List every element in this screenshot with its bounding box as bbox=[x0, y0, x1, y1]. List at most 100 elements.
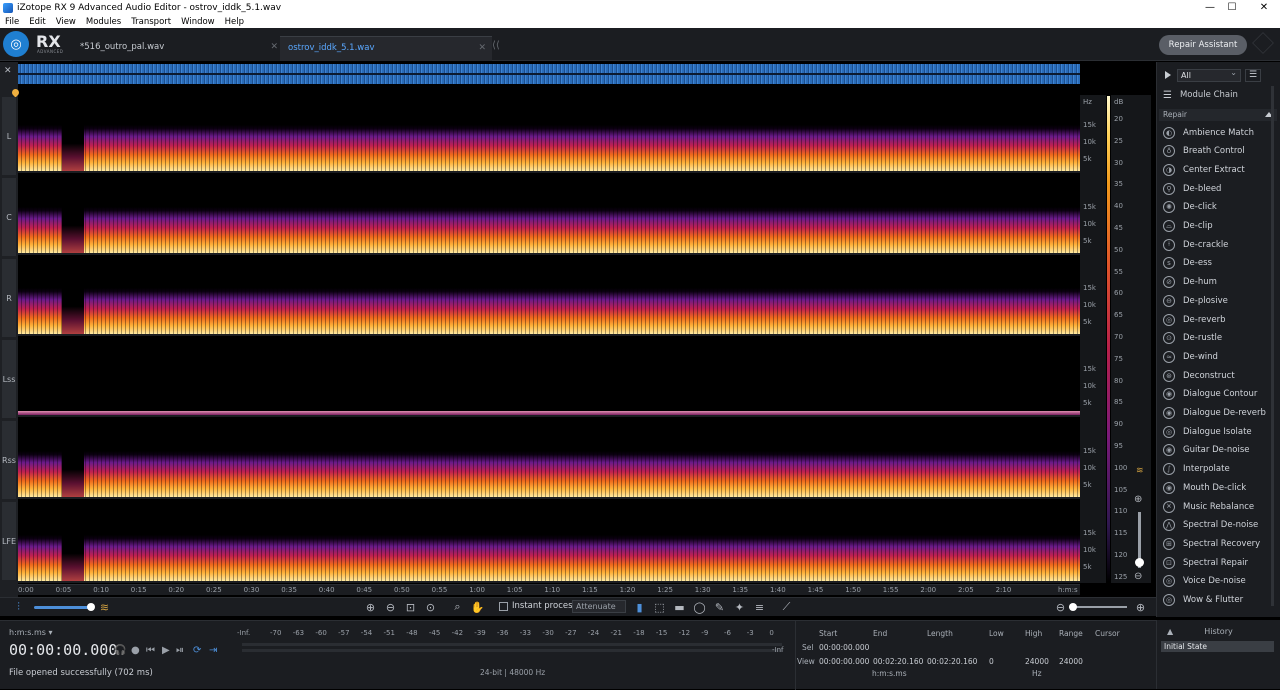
history-item[interactable]: Initial State bbox=[1161, 641, 1274, 652]
module-de-reverb[interactable]: ◎ De-reverb bbox=[1163, 311, 1275, 328]
history-header[interactable]: ▲ History bbox=[1161, 627, 1276, 639]
waveform-toggle-icon[interactable]: ≋ bbox=[1136, 466, 1144, 476]
high-value[interactable]: 24000 bbox=[1025, 657, 1049, 666]
brush-tool-icon[interactable]: ✎ bbox=[713, 601, 726, 614]
module-de-rustle[interactable]: ⊙ De-rustle bbox=[1163, 330, 1275, 347]
spectrogram-channel-lfe[interactable] bbox=[18, 503, 1080, 583]
spectrogram-channel-c[interactable] bbox=[18, 177, 1080, 255]
module-interpolate[interactable]: ∫ Interpolate bbox=[1163, 461, 1275, 478]
module-dialogue-contour[interactable]: ◉ Dialogue Contour bbox=[1163, 386, 1275, 403]
tab-scroll-icon[interactable]: ⟨⟨ bbox=[492, 40, 500, 51]
channel-label-c[interactable]: C bbox=[2, 178, 16, 256]
spectrogram-display[interactable] bbox=[18, 95, 1080, 583]
zoom-out-icon[interactable]: ⊖ bbox=[384, 601, 397, 614]
tab-ostrov-iddk[interactable]: ostrov_iddk_5.1.wav ✕ bbox=[280, 36, 492, 61]
record-icon[interactable]: ● bbox=[131, 645, 140, 656]
attenuate-select[interactable]: Attenuate bbox=[572, 600, 626, 613]
module-spectral-recovery[interactable]: ⊞ Spectral Recovery bbox=[1163, 535, 1275, 552]
timeline-ruler[interactable]: 0:00 0:05 0:10 0:15 0:20 0:25 0:30 0:35 0:40 0:45… bbox=[18, 584, 1080, 595]
menu-modules[interactable]: Modules bbox=[81, 17, 126, 27]
maximize-button[interactable]: ☐ bbox=[1218, 0, 1246, 15]
module-de-crackle[interactable]: ⟊ De-crackle bbox=[1163, 236, 1275, 253]
module-mouth-de-click[interactable]: ◉ Mouth De-click bbox=[1163, 479, 1275, 496]
tab-516-outro[interactable]: *516_outro_pal.wav ✕ bbox=[72, 36, 284, 61]
module-de-wind[interactable]: ≈ De-wind bbox=[1163, 348, 1275, 365]
module-chain-button[interactable]: ☰ Module Chain bbox=[1163, 88, 1274, 102]
menu-file[interactable]: File bbox=[0, 17, 24, 27]
zoom-in-icon[interactable]: ⊕ bbox=[364, 601, 377, 614]
module-deconstruct[interactable]: ⊛ Deconstruct bbox=[1163, 367, 1275, 384]
module-wow-and-flutter[interactable]: ◎ Wow & Flutter bbox=[1163, 592, 1275, 609]
spectrogram-icon[interactable]: ≋ bbox=[98, 601, 111, 614]
zoom-out-horizontal-icon[interactable]: ⊖ bbox=[1054, 601, 1067, 614]
sel-start-value[interactable]: 00:00:00.000 bbox=[819, 643, 869, 652]
module-spectral-de-noise[interactable]: ⋀ Spectral De-noise bbox=[1163, 517, 1275, 534]
menu-view[interactable]: View bbox=[51, 17, 81, 27]
module-music-rebalance[interactable]: ⩙ Music Rebalance bbox=[1163, 498, 1275, 515]
zoom-in-horizontal-icon[interactable]: ⊕ bbox=[1134, 601, 1147, 614]
collapse-up-icon[interactable]: ▲ bbox=[1167, 627, 1173, 636]
zoom-in-vertical-icon[interactable]: ⊕ bbox=[1134, 494, 1142, 505]
zoom-fit-icon[interactable]: ⊙ bbox=[424, 601, 437, 614]
hand-tool-icon[interactable]: ✋ bbox=[471, 601, 485, 614]
module-guitar-de-noise[interactable]: ◉ Guitar De-noise bbox=[1163, 442, 1275, 459]
zoom-tool-icon[interactable]: ⌕ bbox=[451, 600, 464, 613]
spectrogram-channel-rss[interactable] bbox=[18, 421, 1080, 499]
menu-edit[interactable]: Edit bbox=[24, 17, 50, 27]
play-icon[interactable]: ▶ bbox=[162, 645, 170, 656]
repair-assistant-button[interactable]: Repair Assistant bbox=[1159, 35, 1247, 55]
module-de-ess[interactable]: s De-ess bbox=[1163, 255, 1275, 272]
view-length-value[interactable]: 00:02:20.160 bbox=[927, 657, 977, 666]
low-value[interactable]: 0 bbox=[989, 657, 994, 666]
view-start-value[interactable]: 00:00:00.000 bbox=[819, 657, 869, 666]
envelope-tool-icon[interactable]: ⟋ bbox=[780, 600, 793, 613]
module-de-bleed[interactable]: ⚲ De-bleed bbox=[1163, 180, 1275, 197]
db-scale[interactable]: dB 20 25 30 35 40 45 50 55 60 65 70 75 80 85 90 95 100 10… bbox=[1111, 95, 1151, 583]
menu-help[interactable]: Help bbox=[220, 17, 249, 27]
close-icon[interactable]: ✕ bbox=[478, 43, 486, 53]
time-selection-tool-icon[interactable]: ▮ bbox=[633, 601, 646, 614]
headphones-icon[interactable]: 🎧 bbox=[114, 645, 126, 656]
loop-icon[interactable]: ⟳ bbox=[193, 645, 201, 656]
module-filter-select[interactable]: All bbox=[1177, 68, 1241, 82]
horizontal-zoom-slider[interactable] bbox=[1069, 603, 1127, 611]
spectrogram-channel-lss[interactable] bbox=[18, 339, 1080, 417]
instant-process-checkbox[interactable] bbox=[499, 602, 508, 611]
module-de-clip[interactable]: ⌓ De-clip bbox=[1163, 218, 1275, 235]
close-button[interactable]: ✕ bbox=[1250, 0, 1278, 15]
follow-playback-icon[interactable]: ⇥ bbox=[209, 645, 217, 656]
time-format-select[interactable]: h:m:s.ms ▾ bbox=[9, 628, 53, 637]
menu-window[interactable]: Window bbox=[176, 17, 220, 27]
play-selection-icon[interactable]: ⏯ bbox=[176, 645, 184, 656]
channel-label-lss[interactable]: Lss bbox=[2, 340, 16, 418]
module-dialogue-isolate[interactable]: ◎ Dialogue Isolate bbox=[1163, 423, 1275, 440]
module-voice-de-noise[interactable]: ◎ Voice De-noise bbox=[1163, 573, 1275, 590]
module-de-hum[interactable]: ⊘ De-hum bbox=[1163, 274, 1275, 291]
spectrogram-opacity-slider[interactable] bbox=[34, 603, 95, 611]
view-end-value[interactable]: 00:02:20.160 bbox=[873, 657, 923, 666]
module-dialogue-de-reverb[interactable]: ◉ Dialogue De-reverb bbox=[1163, 405, 1275, 422]
skip-back-icon[interactable]: ⏮ bbox=[146, 645, 155, 656]
module-ambience-match[interactable]: ◐ Ambience Match bbox=[1163, 124, 1275, 141]
channel-label-l[interactable]: L bbox=[2, 97, 16, 175]
close-icon[interactable]: ✕ bbox=[270, 42, 278, 52]
frequency-selection-icon[interactable]: ▬ bbox=[673, 601, 686, 614]
spectrogram-channel-r[interactable] bbox=[18, 258, 1080, 336]
frequency-scale[interactable]: Hz 15k 10k 5k 15k 10k 5k 15k 10k 5k 15k 10k 5k 15k 10… bbox=[1080, 95, 1106, 583]
module-de-plosive[interactable]: ⊖ De-plosive bbox=[1163, 292, 1275, 309]
vertical-zoom-slider[interactable] bbox=[1135, 512, 1144, 568]
menu-icon[interactable]: ☰ bbox=[1245, 68, 1261, 82]
module-panel-scrollbar[interactable] bbox=[1271, 86, 1274, 606]
collapse-icon[interactable]: ✕ bbox=[4, 66, 12, 76]
time-frequency-selection-icon[interactable]: ⬚ bbox=[653, 601, 666, 614]
module-breath-control[interactable]: ♁ Breath Control bbox=[1163, 143, 1275, 160]
repair-section-header[interactable]: Repair bbox=[1159, 109, 1277, 121]
waveform-icon[interactable]: ⫶ bbox=[12, 600, 25, 613]
spectrogram-channel-l[interactable] bbox=[18, 95, 1080, 173]
range-value[interactable]: 24000 bbox=[1059, 657, 1083, 666]
harmonic-selection-icon[interactable]: ≡ bbox=[753, 601, 766, 614]
waveform-overview[interactable] bbox=[18, 64, 1080, 84]
magic-wand-icon[interactable]: ✦ bbox=[733, 601, 746, 614]
channel-label-lfe[interactable]: LFE bbox=[2, 502, 16, 580]
zoom-out-vertical-icon[interactable]: ⊖ bbox=[1134, 571, 1142, 582]
